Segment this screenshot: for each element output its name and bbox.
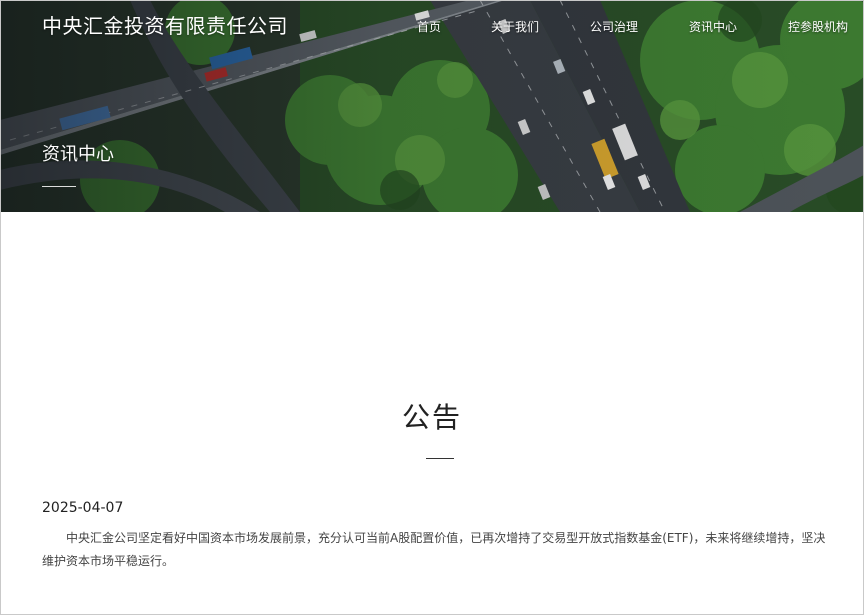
nav-item-governance[interactable]: 公司治理 — [590, 17, 638, 37]
site-brand[interactable]: 中央汇金投资有限责任公司 — [42, 12, 288, 40]
main-nav: 首页 关于我们 公司治理 资讯中心 控参股机构 — [384, 17, 864, 37]
notice-title: 公告 — [401, 401, 462, 434]
hero-banner: 中央汇金投资有限责任公司 首页 关于我们 公司治理 资讯中心 控参股机构 资讯中… — [0, 0, 864, 212]
nav-item-home[interactable]: 首页 — [417, 17, 441, 37]
banner-title-underline — [42, 186, 76, 187]
nav-item-news-center[interactable]: 资讯中心 — [689, 17, 737, 37]
page: 中央汇金投资有限责任公司 首页 关于我们 公司治理 资讯中心 控参股机构 资讯中… — [0, 0, 864, 615]
nav-item-about[interactable]: 关于我们 — [491, 17, 539, 37]
main-content: 公告 2025-04-07 中央汇金公司坚定看好中国资本市场发展前景，充分认可当… — [0, 212, 864, 615]
notice-date: 2025-04-07 — [42, 500, 124, 516]
banner-section-title: 资讯中心 — [42, 144, 114, 165]
notice-title-underline — [426, 458, 454, 459]
notice-body: 中央汇金公司坚定看好中国资本市场发展前景，充分认可当前A股配置价值，已再次增持了… — [42, 531, 826, 568]
nav-item-holdings[interactable]: 控参股机构 — [788, 17, 848, 37]
